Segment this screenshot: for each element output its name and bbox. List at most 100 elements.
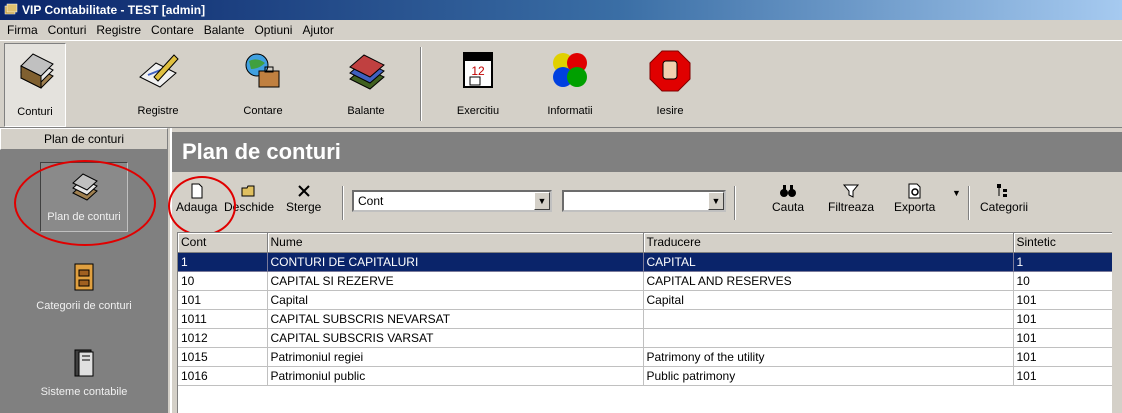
menu-conturi[interactable]: Conturi (43, 23, 92, 37)
menu-ajutor[interactable]: Ajutor (297, 23, 338, 37)
tree-list-icon (997, 184, 1008, 197)
table-row[interactable]: 1011 CAPITAL SUBSCRIS NEVARSAT 101 (178, 309, 1112, 329)
table-row[interactable]: 1 CONTURI DE CAPITALURI CAPITAL 1 (178, 252, 1112, 272)
table-row[interactable]: 1016 Patrimoniul public Public patrimony… (178, 366, 1112, 386)
toolbar-informatii-button[interactable]: Informatii (540, 43, 600, 127)
left-panel-header[interactable]: Plan de conturi (0, 128, 168, 150)
cell-nume: Patrimoniul public (267, 366, 644, 386)
delete-button-label: Sterge (286, 200, 322, 214)
toolbar-balante-button[interactable]: Balante (338, 43, 394, 127)
cell-sintetic: 101 (1013, 366, 1112, 386)
chevron-down-icon[interactable]: ▼ (708, 192, 724, 210)
cell-traducere (643, 309, 1014, 329)
search-button-label: Cauta (772, 200, 805, 214)
toolbar-contare-button[interactable]: Contare (236, 43, 290, 127)
cell-nume: CAPITAL SI REZERVE (267, 271, 644, 291)
cell-sintetic: 1 (1013, 252, 1112, 272)
cell-sintetic: 101 (1013, 309, 1112, 329)
left-panel: Plan de conturi Plan de conturi Categori… (0, 128, 170, 413)
toolbar-label: Exercitiu (456, 105, 500, 117)
add-button[interactable]: Adauga (176, 182, 217, 214)
title-bar: VIP Contabilitate - TEST [admin] (0, 0, 1122, 20)
menu-optiuni[interactable]: Optiuni (249, 23, 297, 37)
globe-bag-icon (245, 53, 280, 88)
menu-balante[interactable]: Balante (199, 23, 250, 37)
cell-cont: 101 (178, 290, 268, 310)
cell-traducere: Capital (643, 290, 1014, 310)
toolbar-label: Registre (137, 105, 179, 117)
close-icon (297, 185, 310, 197)
menu-registre[interactable]: Registre (91, 23, 146, 37)
binoculars-icon (780, 185, 797, 197)
export-button[interactable]: Exporta (894, 182, 935, 214)
cell-sintetic: 10 (1013, 271, 1112, 291)
toolbar-iesire-button[interactable]: Iesire (644, 43, 696, 127)
new-document-icon (191, 183, 203, 199)
categories-button[interactable]: Categorii (980, 182, 1028, 214)
app-icon (4, 3, 18, 15)
filter-icon (842, 184, 860, 198)
field-select-value: Cont (358, 194, 384, 208)
toolbar-label: Informatii (547, 105, 593, 117)
export-button-label: Exporta (894, 200, 936, 214)
accounts-table[interactable]: Cont Nume Traducere Sintetic 1 CONTURI D… (177, 232, 1112, 413)
search-button[interactable]: Cauta (772, 182, 804, 214)
cell-nume: CAPITAL SUBSCRIS NEVARSAT (267, 309, 644, 329)
pencil-icon (139, 54, 179, 88)
cell-traducere: CAPITAL (643, 252, 1014, 272)
toolbar-registre-button[interactable]: Registre (128, 43, 188, 127)
calendar-icon: 12 (463, 52, 493, 88)
cell-sintetic: 101 (1013, 328, 1112, 348)
column-header-cont[interactable]: Cont (178, 233, 268, 253)
action-separator (734, 186, 736, 220)
toolbar-label: Contare (243, 105, 283, 117)
delete-button[interactable]: Sterge (286, 182, 321, 214)
left-item-sisteme-contabile[interactable]: Sisteme contabile (0, 346, 168, 398)
page-title: Plan de conturi (172, 132, 1122, 172)
folder-open-icon (241, 185, 255, 197)
books-stack-icon (349, 54, 385, 90)
books-icon (72, 173, 98, 201)
cell-cont: 1 (178, 252, 268, 272)
left-item-categorii-de-conturi[interactable]: Categorii de conturi (0, 260, 168, 312)
open-button[interactable]: Deschide (224, 182, 274, 214)
table-header-row: Cont Nume Traducere Sintetic (178, 233, 1112, 253)
left-item-label: Categorii de conturi (36, 300, 132, 312)
books-icon (20, 53, 54, 89)
column-header-sintetic[interactable]: Sintetic (1013, 233, 1112, 253)
cell-cont: 1015 (178, 347, 268, 367)
table-row[interactable]: 101 Capital Capital 101 (178, 290, 1112, 310)
cell-cont: 1016 (178, 366, 268, 386)
left-item-label: Plan de conturi (47, 211, 121, 223)
field-select[interactable]: Cont ▼ (352, 190, 552, 212)
window-title: VIP Contabilitate - TEST [admin] (22, 3, 206, 17)
cell-sintetic: 101 (1013, 290, 1112, 310)
cell-traducere: Patrimony of the utility (643, 347, 1014, 367)
menu-contare[interactable]: Contare (146, 23, 199, 37)
value-select[interactable]: ▼ (562, 190, 726, 212)
toolbar-label: Conturi (17, 106, 53, 118)
export-preview-icon (908, 183, 921, 199)
left-item-label: Sisteme contabile (40, 386, 128, 398)
chevron-down-icon[interactable]: ▼ (534, 192, 550, 210)
table-row[interactable]: 1015 Patrimoniul regiei Patrimony of the… (178, 347, 1112, 367)
main-panel: Plan de conturi Adauga Deschide Sterge C… (168, 128, 1122, 413)
main-toolbar: Conturi Registre Contare Balante 12 Exer… (0, 40, 1122, 128)
menu-firma[interactable]: Firma (2, 23, 43, 37)
export-dropdown-arrow[interactable]: ▼ (952, 188, 961, 198)
filter-button-label: Filtreaza (828, 200, 875, 214)
archive-icon (74, 263, 94, 291)
table-row[interactable]: 1012 CAPITAL SUBSCRIS VARSAT 101 (178, 328, 1112, 348)
toolbar-label: Balante (347, 105, 385, 117)
toolbar-conturi-button[interactable]: Conturi (4, 43, 66, 127)
add-button-label: Adauga (176, 200, 218, 214)
left-item-plan-de-conturi[interactable]: Plan de conturi (0, 162, 168, 232)
cell-nume: Patrimoniul regiei (267, 347, 644, 367)
column-header-traducere[interactable]: Traducere (643, 233, 1014, 253)
filter-button[interactable]: Filtreaza (828, 182, 874, 214)
cell-traducere: CAPITAL AND RESERVES (643, 271, 1014, 291)
column-header-nume[interactable]: Nume (267, 233, 644, 253)
toolbar-exercitiu-button[interactable]: 12 Exercitiu (448, 43, 508, 127)
table-row[interactable]: 10 CAPITAL SI REZERVE CAPITAL AND RESERV… (178, 271, 1112, 291)
cell-nume: CAPITAL SUBSCRIS VARSAT (267, 328, 644, 348)
